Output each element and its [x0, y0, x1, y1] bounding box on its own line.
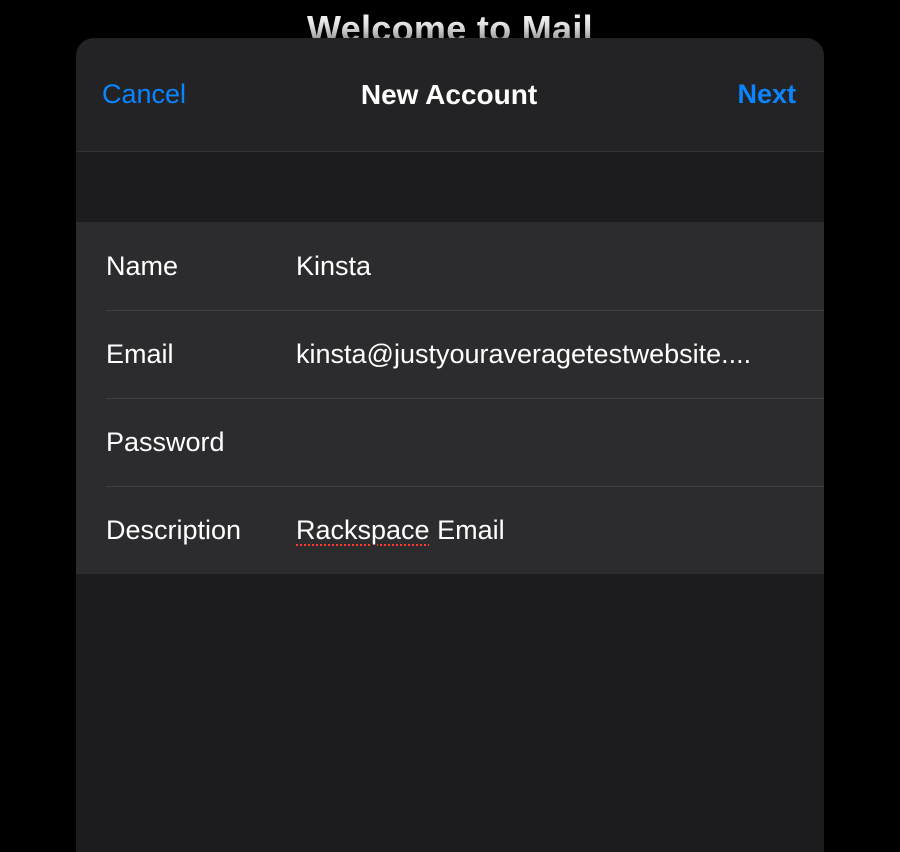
new-account-sheet: Cancel New Account Next Name Email Passw… [76, 38, 824, 852]
cancel-button[interactable]: Cancel [102, 79, 232, 110]
navbar: Cancel New Account Next [76, 38, 824, 152]
email-label: Email [106, 339, 296, 370]
name-label: Name [106, 251, 296, 282]
description-row: Description Rackspace Email [76, 486, 824, 574]
email-input[interactable] [296, 339, 804, 370]
sheet-title: New Account [232, 79, 666, 111]
description-value-misspelled: Rackspace [296, 515, 430, 545]
name-input[interactable] [296, 251, 804, 282]
description-input[interactable]: Rackspace Email [296, 515, 804, 546]
description-value-rest: Email [430, 515, 505, 545]
password-row: Password [76, 398, 824, 486]
email-row: Email [76, 310, 824, 398]
password-input[interactable] [296, 427, 804, 458]
account-form-group: Name Email Password Description Rackspac… [76, 222, 824, 574]
description-label: Description [106, 515, 296, 546]
next-button[interactable]: Next [666, 79, 796, 110]
password-label: Password [106, 427, 296, 458]
section-gap [76, 152, 824, 222]
name-row: Name [76, 222, 824, 310]
